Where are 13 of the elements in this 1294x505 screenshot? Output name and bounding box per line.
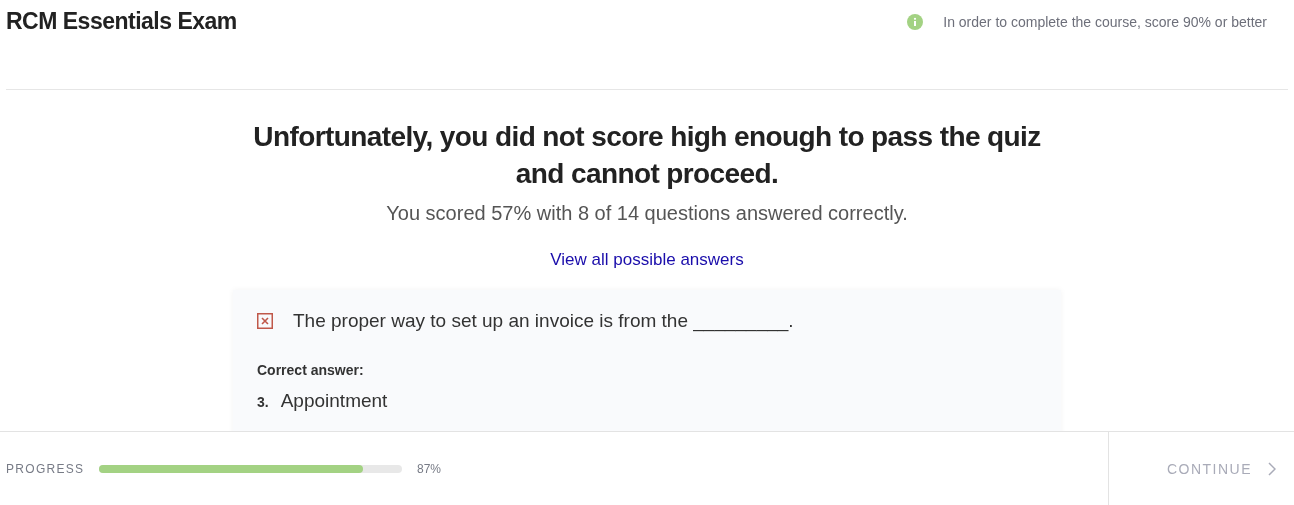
progress-reading: 87%: [417, 461, 442, 476]
info-icon: [907, 14, 924, 30]
view-answers-link[interactable]: View all possible answers: [550, 250, 744, 270]
notice-text: In order to complete the course, score 90% or better: [943, 14, 1267, 30]
chevron-right-icon: [1268, 461, 1276, 476]
exam-title: RCM Essentials Exam: [6, 8, 237, 35]
answer-text: Appointment: [280, 390, 388, 412]
answer-label: Correct answer:: [257, 362, 365, 378]
result-heading: Unfortunately, you did not score high enough to pass the quiz and cannot proceed.: [252, 120, 1042, 191]
answer-number: 3.: [257, 394, 269, 410]
progress-label: PROGRESS: [6, 461, 86, 476]
score-summary: You scored 57% with 8 of 14 questions answered correctly.: [386, 202, 908, 225]
question-text: The proper way to set up an invoice is from the _________.: [293, 310, 794, 332]
